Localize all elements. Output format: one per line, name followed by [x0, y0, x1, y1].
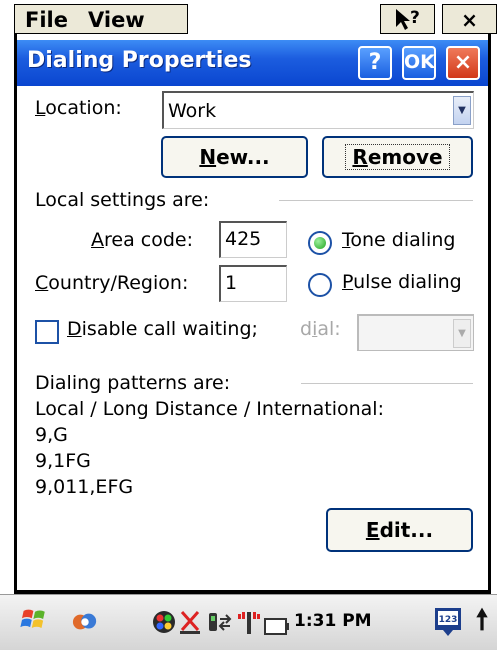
country-region-input[interactable]: 1: [219, 265, 287, 302]
country-region-label: Country/Region:: [35, 272, 189, 294]
pulse-dialing-radio[interactable]: [308, 273, 332, 297]
disable-call-waiting-checkbox[interactable]: [35, 320, 59, 344]
sync-icon[interactable]: [70, 609, 100, 635]
menu-bar: File View: [14, 4, 188, 34]
clock-time[interactable]: 1:31 PM: [294, 611, 372, 637]
tone-dialing-label[interactable]: Tone dialing: [342, 229, 455, 251]
dialog-title-bar: Dialing Properties ? OK ×: [17, 40, 488, 86]
input-panel-badge: 123: [439, 615, 458, 625]
long-distance-pattern: 9,1FG: [35, 450, 91, 472]
help-button[interactable]: ?: [358, 46, 392, 80]
dial-code-dropdown: ▼: [357, 314, 474, 351]
chevron-down-icon: ▼: [453, 319, 471, 348]
local-settings-heading: Local settings are:: [35, 189, 210, 211]
local-settings-divider: [279, 200, 473, 201]
dialog-title: Dialing Properties: [27, 48, 252, 73]
disable-call-waiting-label[interactable]: Disable call waiting;: [67, 318, 258, 340]
radio-selected-dot: [314, 237, 326, 249]
location-label: Location:: [35, 97, 122, 119]
battery-icon[interactable]: [264, 614, 290, 640]
international-pattern: 9,011,EFG: [35, 476, 134, 498]
dialog-content: Location: Work ▼ New... Remove Local set…: [17, 86, 488, 590]
close-button[interactable]: ×: [446, 46, 480, 80]
chevron-down-icon[interactable]: ▼: [453, 96, 471, 125]
edit-patterns-button[interactable]: Edit...: [326, 508, 473, 552]
taskbar: 1:31 PM 123: [0, 594, 497, 650]
window-frame-right: [488, 34, 491, 594]
up-arrow-icon[interactable]: [472, 606, 492, 632]
dialing-patterns-divider: [301, 383, 473, 384]
area-code-label: Area code:: [91, 229, 193, 251]
whats-this-help-icon[interactable]: ?: [380, 4, 435, 34]
pulse-dialing-label[interactable]: Pulse dialing: [342, 271, 462, 293]
menu-view[interactable]: View: [88, 8, 145, 32]
dialing-patterns-heading: Dialing patterns are:: [35, 372, 231, 394]
location-value: Work: [168, 100, 217, 122]
menu-file[interactable]: File: [25, 8, 68, 32]
area-code-input[interactable]: 425: [219, 221, 287, 258]
svg-text:?: ?: [410, 8, 420, 28]
ok-button[interactable]: OK: [402, 46, 436, 80]
dial-label: dial:: [300, 318, 341, 340]
remove-location-button[interactable]: Remove: [322, 136, 473, 178]
local-pattern: 9,G: [35, 424, 68, 446]
connectivity-icon[interactable]: [151, 609, 177, 635]
dialing-patterns-subheading: Local / Long Distance / International:: [35, 398, 384, 420]
start-windows-flag-icon[interactable]: [18, 606, 52, 632]
activesync-connection-icon[interactable]: [207, 609, 233, 635]
network-disconnected-icon[interactable]: [179, 609, 201, 635]
parent-close-icon[interactable]: ×: [442, 4, 497, 34]
tone-dialing-radio[interactable]: [308, 231, 332, 255]
signal-strength-icon[interactable]: [237, 609, 263, 635]
new-location-button[interactable]: New...: [161, 136, 308, 178]
location-dropdown[interactable]: Work ▼: [162, 91, 474, 129]
input-panel-icon[interactable]: 123: [434, 607, 462, 637]
